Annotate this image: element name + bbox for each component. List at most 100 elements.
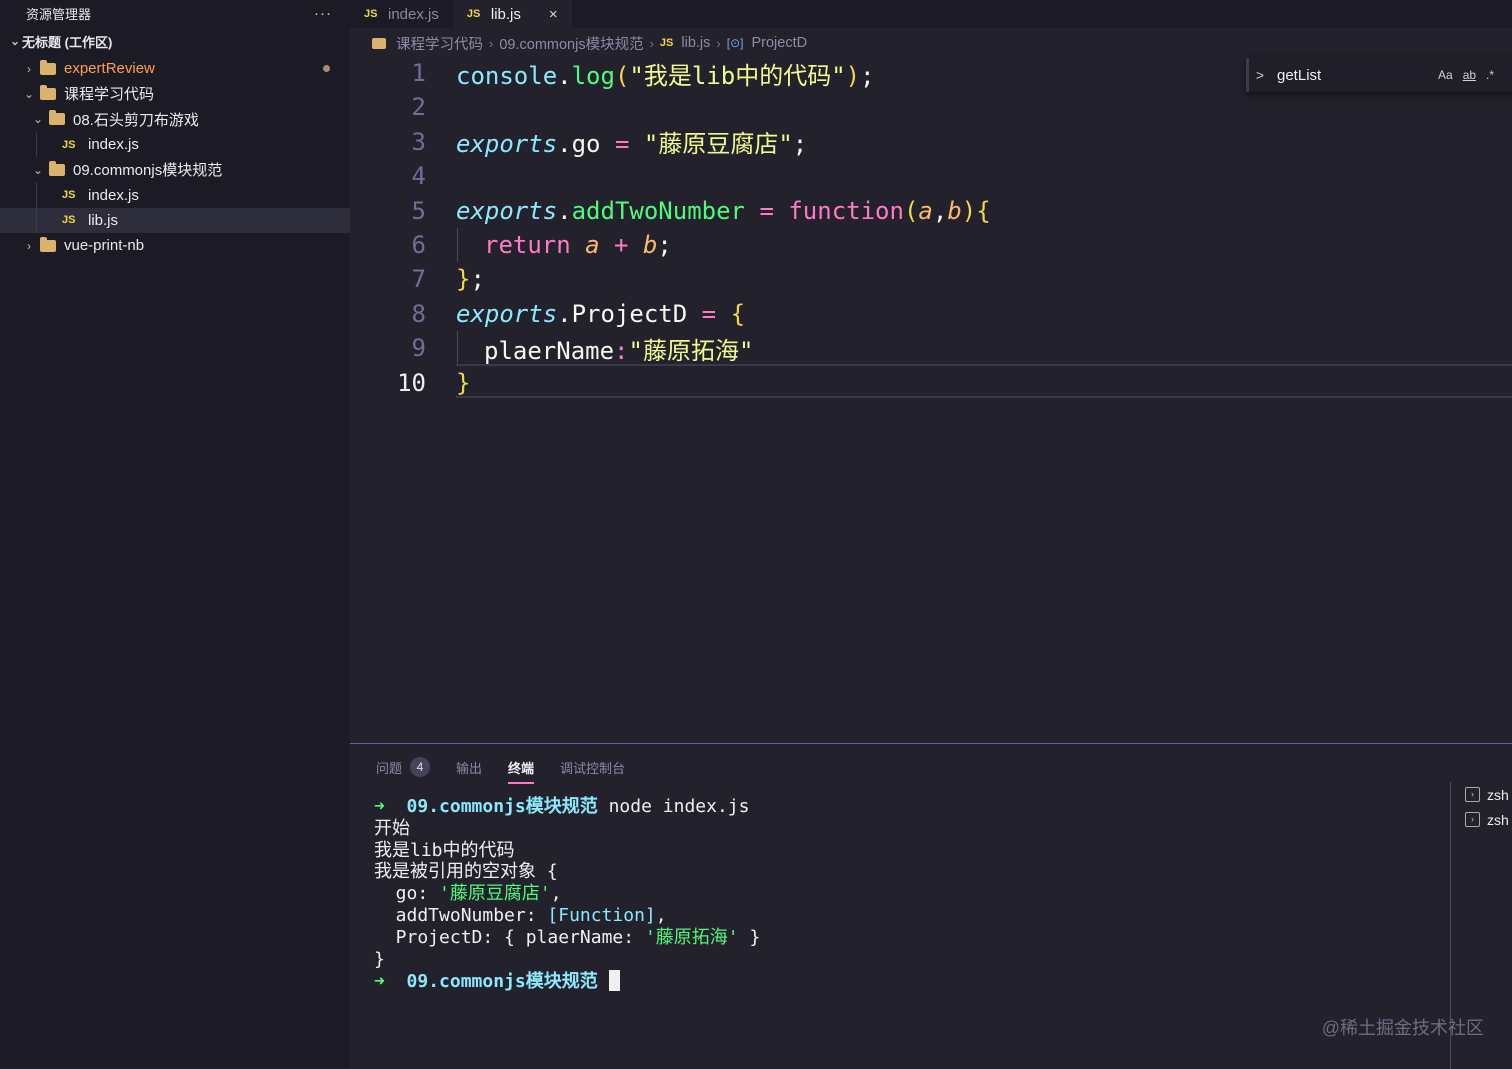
terminal-icon: › — [1465, 812, 1480, 827]
watermark: @稀土掘金技术社区 — [1321, 1018, 1484, 1038]
breadcrumb-item[interactable]: 09.commonjs模块规范 — [499, 33, 643, 54]
regex-icon[interactable]: .* — [1486, 68, 1494, 82]
code-line: 2 — [350, 90, 1512, 124]
whole-word-icon[interactable]: ab — [1463, 68, 1476, 82]
chevron-right-icon: › — [716, 35, 721, 51]
tree-item-label: index.js — [88, 186, 139, 204]
indent-guide — [36, 131, 37, 158]
js-file-icon: JS — [62, 138, 76, 151]
folder-icon — [40, 84, 56, 100]
code-line: 7 }; — [350, 262, 1512, 296]
tab-terminal[interactable]: 终端 — [508, 756, 535, 784]
tree-item-09-index-js[interactable]: JS index.js — [0, 182, 350, 208]
breadcrumb-item[interactable]: lib.js — [681, 35, 710, 51]
modified-dot-icon — [323, 65, 330, 72]
tree-item-expertreview[interactable]: › expertReview — [0, 56, 350, 81]
panel-tabs: 问题 4 输出 终端 调试控制台 — [376, 756, 625, 784]
terminal-output[interactable]: ➜ 09.commonjs模块规范 node index.js 开始 我是lib中的… — [374, 796, 1444, 993]
terminal-line: 开始 — [374, 817, 410, 839]
chevron-right-icon[interactable]: > — [1249, 67, 1271, 83]
tree-item-08-index-js[interactable]: JS index.js — [0, 131, 350, 158]
tab-output[interactable]: 输出 — [456, 756, 482, 778]
tree-item-label: vue-print-nb — [64, 237, 145, 255]
tree-item-08-folder[interactable]: ⌄ 08.石头剪刀布游戏 — [0, 107, 350, 132]
code-line: 9 plaerName:"藤原拓海" — [350, 331, 1512, 365]
terminal-icon: › — [1465, 787, 1480, 802]
editor-tab-bar: JS index.js JS lib.js × — [350, 0, 1512, 28]
tab-label: 调试控制台 — [560, 760, 626, 776]
terminal-line: ➜ 09.commonjs模块规范 — [374, 970, 1444, 993]
code-line: 4 — [350, 159, 1512, 193]
js-file-icon: JS — [62, 214, 76, 227]
tab-label: 输出 — [456, 760, 483, 776]
terminal-line: addTwoNumber: [Function], — [374, 904, 667, 926]
code-text: exports.ProjectD = { — [456, 299, 746, 328]
workspace-label: 无标题 (工作区) — [22, 34, 113, 50]
tab-label: 问题 — [376, 760, 403, 776]
indent-guide — [457, 331, 458, 365]
line-number: 4 — [411, 162, 426, 191]
folder-icon — [40, 236, 56, 252]
tab-lib-js[interactable]: JS lib.js × — [452, 0, 572, 28]
tree-item-label: 课程学习代码 — [64, 86, 155, 104]
code-editor[interactable]: 1 console.log("我是lib中的代码"); 2 3 exports.… — [350, 56, 1512, 743]
workspace-root[interactable]: ⌄ 无标题 (工作区) — [0, 26, 350, 56]
folder-icon — [40, 59, 56, 75]
tab-problems[interactable]: 问题 4 — [376, 756, 431, 778]
match-case-icon[interactable]: Aa — [1438, 68, 1453, 82]
terminal-line: ➜ 09.commonjs模块规范 node index.js — [374, 796, 750, 817]
js-file-icon: JS — [659, 37, 674, 49]
tree-item-label: expertReview — [64, 60, 155, 78]
folder-icon — [49, 110, 65, 126]
folder-icon — [372, 37, 386, 49]
js-file-icon: JS — [364, 8, 378, 20]
indent-guide — [36, 182, 37, 208]
terminal-instance[interactable]: › zsh — [1451, 782, 1512, 807]
current-line-highlight — [456, 364, 1512, 398]
chevron-down-icon: ⌄ — [9, 34, 21, 48]
problems-count-badge: 4 — [410, 757, 431, 777]
terminal-label: zsh — [1487, 811, 1509, 828]
tab-index-js[interactable]: JS index.js — [350, 0, 453, 28]
tree-item-label: lib.js — [88, 211, 119, 229]
line-number: 10 — [397, 368, 426, 397]
terminal-cursor — [608, 970, 620, 992]
tab-label: index.js — [388, 5, 439, 23]
chevron-down-icon: ⌄ — [32, 162, 44, 177]
code-line: 8 exports.ProjectD = { — [350, 297, 1512, 331]
symbol-object-icon: [⊙] — [726, 36, 744, 50]
code-line: 5 exports.addTwoNumber = function(a,b){ — [350, 194, 1512, 228]
code-text: }; — [456, 265, 485, 294]
code-line: 3 exports.go = "藤原豆腐店"; — [350, 125, 1512, 159]
terminal-instance[interactable]: › zsh — [1451, 807, 1512, 832]
chevron-right-icon: › — [489, 35, 494, 51]
code-line: 6 return a + b; — [350, 228, 1512, 262]
line-number: 9 — [411, 334, 426, 363]
tab-label: lib.js — [490, 5, 521, 23]
line-number: 6 — [411, 231, 426, 259]
code-text: return a + b; — [484, 231, 672, 259]
breadcrumb-item[interactable]: 课程学习代码 — [396, 33, 483, 54]
line-number: 1 — [411, 59, 426, 87]
explorer-header: 资源管理器 ··· — [0, 0, 350, 26]
chevron-right-icon: › — [27, 61, 31, 76]
more-actions-icon[interactable]: ··· — [314, 5, 332, 22]
line-number: 5 — [411, 196, 426, 225]
terminal-line: } — [374, 948, 385, 970]
tree-item-09-folder[interactable]: ⌄ 09.commonjs模块规范 — [0, 157, 350, 182]
folder-icon — [49, 160, 65, 176]
tree-item-course-code[interactable]: ⌄ 课程学习代码 — [0, 81, 350, 106]
code-text: exports.addTwoNumber = function(a,b){ — [456, 196, 991, 225]
tree-item-vue-print-nb[interactable]: › vue-print-nb — [0, 233, 350, 258]
tab-debug-console[interactable]: 调试控制台 — [560, 756, 625, 778]
tree-item-label: 09.commonjs模块规范 — [73, 162, 223, 180]
close-icon[interactable]: × — [549, 6, 558, 23]
tree-item-label: 08.石头剪刀布游戏 — [73, 111, 199, 129]
breadcrumb-item[interactable]: ProjectD — [751, 35, 807, 51]
find-input[interactable] — [1271, 62, 1433, 88]
code-text: console.log("我是lib中的代码"); — [456, 61, 875, 90]
line-number: 7 — [411, 265, 426, 294]
tree-item-09-lib-js[interactable]: JS lib.js — [0, 207, 350, 234]
terminal-label: zsh — [1487, 786, 1509, 803]
chevron-down-icon: ⌄ — [23, 86, 35, 101]
